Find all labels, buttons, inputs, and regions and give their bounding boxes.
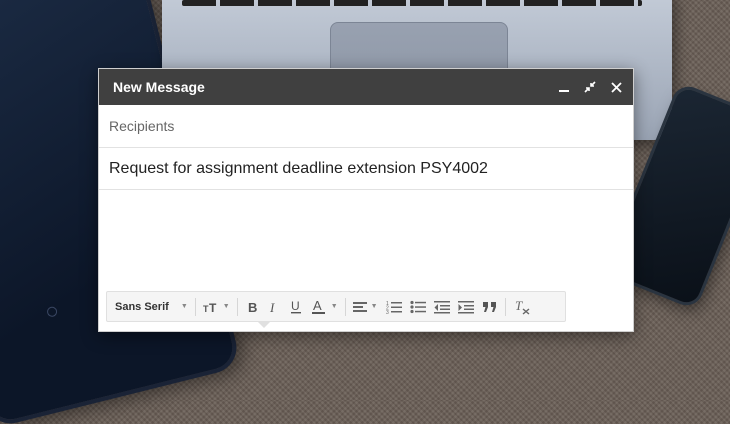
numbered-list-icon: 123 bbox=[386, 301, 402, 314]
subject-field[interactable]: Request for assignment deadline extensio… bbox=[99, 148, 633, 190]
indent-less-button[interactable] bbox=[430, 295, 454, 319]
quote-icon bbox=[482, 301, 496, 312]
bold-button[interactable]: B bbox=[241, 295, 263, 319]
indent-more-icon bbox=[457, 300, 474, 313]
laptop-keys bbox=[182, 0, 642, 6]
font-size-button[interactable]: TT ▼ bbox=[199, 295, 234, 319]
indent-less-icon bbox=[433, 300, 450, 313]
underline-icon: U bbox=[290, 299, 301, 313]
subject-text: Request for assignment deadline extensio… bbox=[109, 159, 488, 177]
italic-button[interactable]: I bbox=[263, 295, 285, 319]
numbered-list-button[interactable]: 123 bbox=[382, 295, 406, 319]
compose-window: New Message Recipients Request for assig… bbox=[98, 68, 634, 332]
formatting-toolbar: Sans Serif ▼ TT ▼ B I U A ▼ ▼ 123 T bbox=[106, 291, 566, 328]
toolbar-divider bbox=[194, 297, 196, 316]
font-family-select[interactable]: Sans Serif ▼ bbox=[111, 295, 192, 319]
recipients-placeholder: Recipients bbox=[109, 118, 175, 134]
exit-fullscreen-icon[interactable] bbox=[583, 80, 597, 94]
toolbar-divider bbox=[504, 297, 506, 316]
indent-more-button[interactable] bbox=[454, 295, 478, 319]
quote-button[interactable] bbox=[478, 295, 502, 319]
font-family-label: Sans Serif bbox=[115, 300, 169, 313]
svg-text:A: A bbox=[313, 299, 322, 313]
svg-text:U: U bbox=[291, 299, 300, 313]
message-body[interactable] bbox=[99, 190, 633, 288]
bulleted-list-icon bbox=[409, 300, 426, 313]
minimize-icon[interactable] bbox=[557, 80, 571, 94]
svg-text:T: T bbox=[209, 301, 217, 313]
tablet-camera bbox=[46, 305, 59, 318]
chevron-down-icon: ▼ bbox=[180, 303, 188, 310]
align-button[interactable]: ▼ bbox=[349, 295, 382, 319]
chevron-down-icon: ▼ bbox=[370, 303, 378, 310]
bulleted-list-button[interactable] bbox=[406, 295, 430, 319]
text-color-button[interactable]: A ▼ bbox=[307, 295, 342, 319]
underline-button[interactable]: U bbox=[285, 295, 307, 319]
toolbar-divider bbox=[344, 297, 346, 316]
svg-text:I: I bbox=[269, 300, 275, 314]
bold-icon: B bbox=[248, 300, 257, 314]
chevron-down-icon: ▼ bbox=[330, 303, 338, 310]
font-size-icon: TT bbox=[203, 301, 217, 313]
compose-title: New Message bbox=[113, 79, 205, 95]
text-color-icon: A bbox=[311, 299, 325, 314]
recipients-field[interactable]: Recipients bbox=[99, 105, 633, 148]
chevron-down-icon: ▼ bbox=[222, 303, 230, 310]
svg-text:3: 3 bbox=[386, 310, 389, 314]
remove-formatting-icon: T bbox=[515, 299, 530, 315]
align-icon bbox=[352, 301, 367, 312]
svg-text:T: T bbox=[515, 299, 523, 313]
italic-icon: I bbox=[269, 300, 275, 314]
svg-text:B: B bbox=[248, 300, 257, 314]
close-icon[interactable] bbox=[609, 80, 623, 94]
compose-titlebar[interactable]: New Message bbox=[99, 69, 633, 105]
toolbar-divider bbox=[236, 297, 238, 316]
remove-formatting-button[interactable]: T bbox=[509, 295, 535, 319]
